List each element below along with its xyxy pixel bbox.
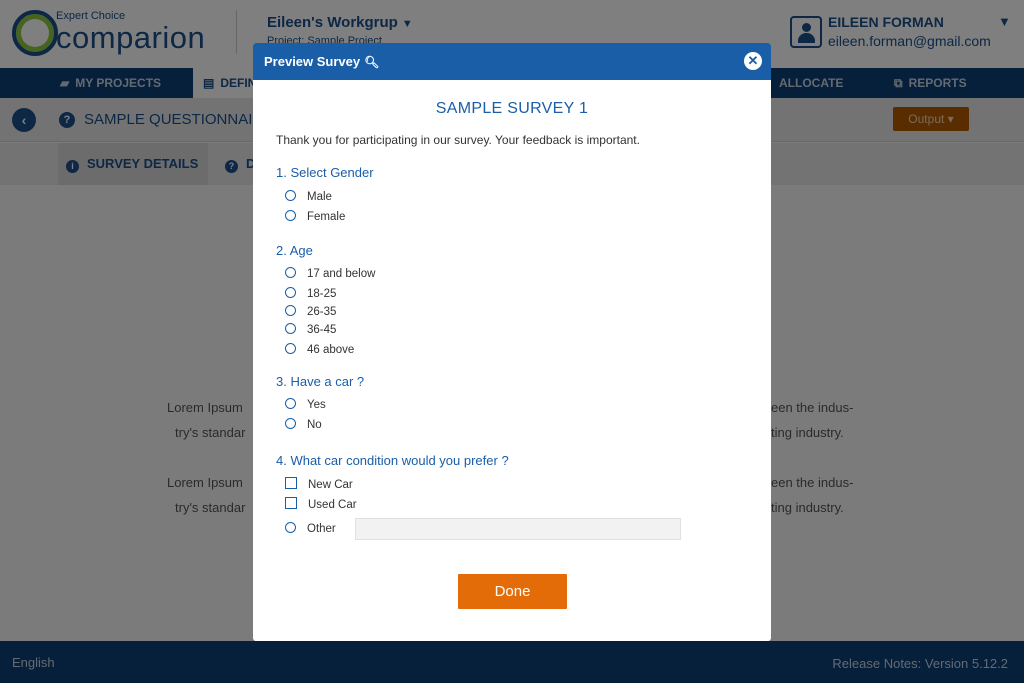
- radio-button[interactable]: [285, 190, 296, 201]
- option-label: Yes: [307, 399, 326, 411]
- option-label: No: [307, 419, 322, 431]
- dialog-title-text: Preview Survey: [264, 54, 361, 69]
- option-label: 36-45: [307, 324, 337, 336]
- question-3: 3. Have a car ?: [276, 374, 365, 389]
- option-label: Male: [307, 191, 332, 203]
- option-female[interactable]: Female: [285, 210, 345, 224]
- radio-button[interactable]: [285, 418, 296, 429]
- survey-intro: Thank you for participating in our surve…: [276, 133, 640, 147]
- option-36-45[interactable]: 36-45: [285, 323, 336, 337]
- option-26-35[interactable]: 26-35: [285, 305, 336, 319]
- close-icon[interactable]: ✕: [744, 52, 762, 70]
- option-18-25[interactable]: 18-25: [285, 287, 336, 301]
- option-used-car[interactable]: Used Car: [285, 497, 357, 511]
- option-label: Other: [307, 523, 336, 535]
- dialog-header: Preview Survey 🔍︎ ✕: [253, 43, 771, 80]
- option-label: 18-25: [307, 288, 337, 300]
- preview-survey-dialog: Preview Survey 🔍︎ ✕ SAMPLE SURVEY 1 Thank…: [253, 43, 771, 641]
- option-new-car[interactable]: New Car: [285, 477, 353, 491]
- option-17-below[interactable]: 17 and below: [285, 267, 375, 281]
- checkbox[interactable]: [285, 497, 297, 509]
- radio-button[interactable]: [285, 323, 296, 334]
- radio-button[interactable]: [285, 210, 296, 221]
- option-label: 26-35: [307, 306, 337, 318]
- radio-button[interactable]: [285, 343, 296, 354]
- option-label: Used Car: [308, 499, 357, 511]
- search-icon: 🔍︎: [364, 55, 380, 69]
- option-46-above[interactable]: 46 above: [285, 343, 354, 357]
- question-1: 1. Select Gender: [276, 165, 374, 180]
- option-other[interactable]: Other: [285, 522, 336, 536]
- option-label: 46 above: [307, 344, 355, 356]
- radio-button[interactable]: [285, 522, 296, 533]
- radio-button[interactable]: [285, 398, 296, 409]
- radio-button[interactable]: [285, 305, 296, 316]
- radio-button[interactable]: [285, 287, 296, 298]
- radio-button[interactable]: [285, 267, 296, 278]
- question-2: 2. Age: [276, 243, 313, 258]
- survey-title: SAMPLE SURVEY 1: [435, 100, 589, 117]
- done-button[interactable]: Done: [458, 574, 567, 609]
- other-text-input[interactable]: [355, 518, 681, 540]
- checkbox[interactable]: [285, 477, 297, 489]
- option-yes[interactable]: Yes: [285, 398, 326, 412]
- option-label: Female: [307, 211, 346, 223]
- option-male[interactable]: Male: [285, 190, 332, 204]
- option-label: 17 and below: [307, 268, 376, 280]
- question-4: 4. What car condition would you prefer ?: [276, 453, 509, 468]
- dialog-title: Preview Survey 🔍︎: [264, 54, 379, 69]
- option-no[interactable]: No: [285, 418, 322, 432]
- option-label: New Car: [308, 479, 353, 491]
